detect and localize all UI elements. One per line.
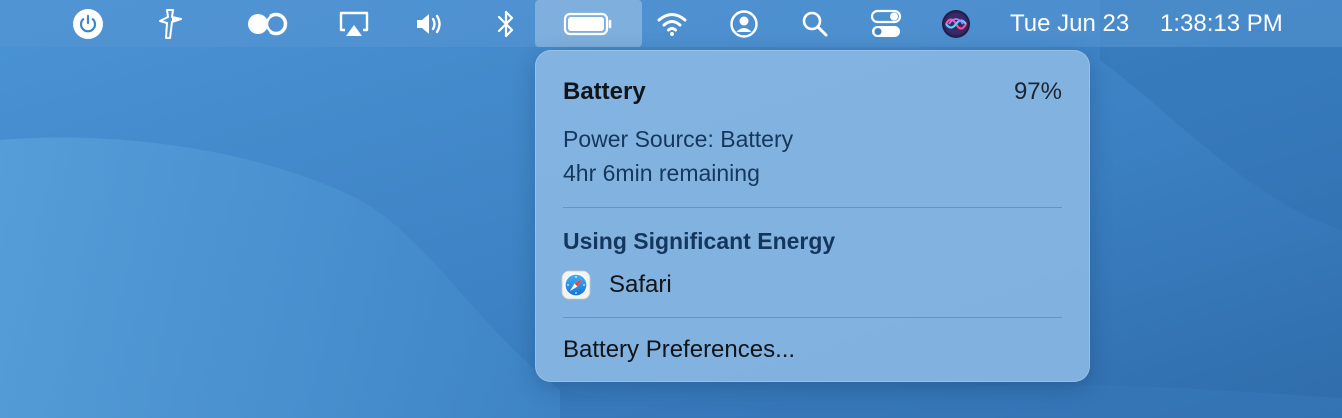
battery-title: Battery xyxy=(563,78,646,105)
user-icon[interactable] xyxy=(726,0,762,47)
safari-icon xyxy=(561,270,591,300)
divider xyxy=(563,207,1062,208)
power-icon[interactable] xyxy=(68,0,108,47)
menu-bar-time[interactable]: 1:38:13 PM xyxy=(1160,0,1283,47)
search-icon[interactable] xyxy=(798,0,832,47)
menu-bar: Tue Jun 23 1:38:13 PM xyxy=(0,0,1342,47)
battery-percent: 97% xyxy=(1013,78,1062,105)
bluetooth-icon[interactable] xyxy=(492,0,520,47)
time-remaining-text: 4hr 6min remaining xyxy=(563,160,760,186)
battery-icon[interactable] xyxy=(535,0,642,47)
airplay-icon[interactable] xyxy=(336,0,372,47)
tweetdeck-icon[interactable] xyxy=(152,0,188,47)
menu-bar-date[interactable]: Tue Jun 23 xyxy=(1010,0,1129,47)
power-source-text: Power Source: Battery xyxy=(563,126,794,152)
app-row-safari[interactable]: Safari xyxy=(561,268,1061,302)
battery-preferences-item[interactable]: Battery Preferences... xyxy=(563,336,795,364)
app-name: Safari xyxy=(609,271,672,298)
toggle-icon[interactable] xyxy=(244,0,292,47)
significant-energy-heading: Using Significant Energy xyxy=(563,228,836,254)
wifi-icon[interactable] xyxy=(654,0,690,47)
divider xyxy=(563,317,1062,318)
volume-icon[interactable] xyxy=(412,0,448,47)
siri-icon[interactable] xyxy=(938,0,974,47)
control-center-icon[interactable] xyxy=(868,0,904,47)
battery-popover: Battery 97% Power Source: Battery 4hr 6m… xyxy=(535,50,1090,382)
